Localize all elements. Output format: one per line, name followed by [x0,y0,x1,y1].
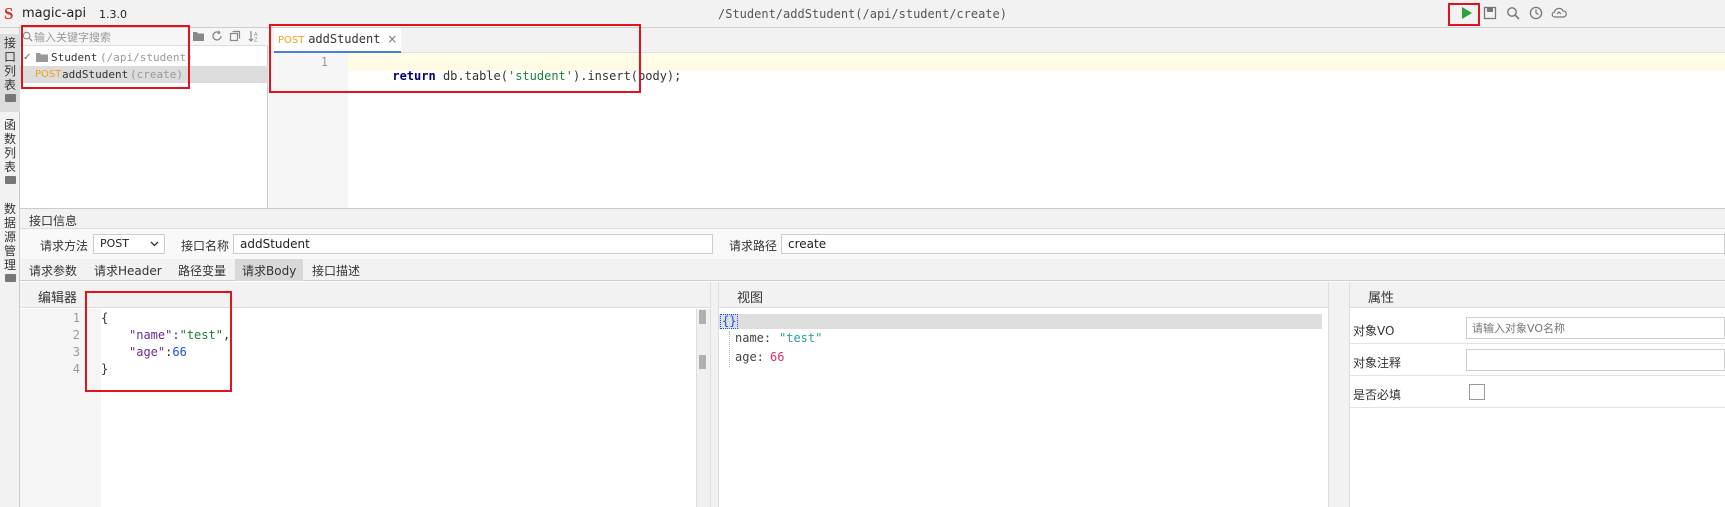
line-number: 3 [72,345,80,359]
annotation-box [269,24,641,93]
property-comment-row: 对象注释 [1350,345,1725,376]
history-button[interactable] [1528,6,1544,22]
annotation-box [85,291,232,392]
path-label: 请求路径 [729,239,778,253]
side-tab-api-list[interactable]: 接口列表 [0,34,20,112]
view-header: 视图 [719,282,1328,308]
save-button[interactable] [1482,6,1498,22]
method-label: 请求方法 [40,239,89,253]
upload-button[interactable] [1550,6,1568,22]
tab-request-body[interactable]: 请求Body [235,259,304,281]
chevron-down-icon [150,241,159,247]
annotation-box [1448,3,1480,26]
json-view-tree: {} name: "test" age: 66 [719,309,1328,507]
name-label: 接口名称 [181,239,230,253]
properties-header: 属性 [1350,282,1725,308]
comment-label: 对象注释 [1353,356,1402,370]
json-key: name: [735,331,772,345]
folder-icon [4,274,16,282]
new-group-icon[interactable] [192,30,205,42]
method-select[interactable]: POST [93,234,165,254]
line-number: 2 [72,328,80,342]
history-icon [1529,6,1543,20]
required-checkbox[interactable] [1469,384,1485,400]
upload-cloud-icon [1551,7,1567,18]
refresh-icon[interactable] [211,30,223,42]
vo-label: 对象VO [1353,324,1395,338]
save-icon [1483,6,1497,20]
tab-request-header[interactable]: 请求Header [87,259,169,281]
collapse-all-icon[interactable] [229,30,241,42]
side-tab-label: 数据源管理 [4,202,17,272]
tab-path-variables[interactable]: 路径变量 [171,259,233,281]
tree-guide-line [729,331,730,367]
side-tab-bar: 接口列表 函数列表 数据源管理 [0,28,20,507]
svg-text:Z: Z [254,38,258,43]
api-info-header: 接口信息 [20,208,1725,229]
line-number: 4 [72,362,80,376]
scrollbar[interactable] [696,309,710,507]
side-tab-label: 函数列表 [4,118,17,174]
json-value: 66 [770,350,785,364]
json-key: age: [735,350,764,364]
splitter[interactable] [710,282,719,507]
comment-input[interactable] [1466,349,1725,371]
search-icon [1507,7,1520,20]
scrollbar-thumb[interactable] [699,310,706,324]
side-tab-function-list[interactable]: 函数列表 [0,116,20,194]
line-number: 1 [72,311,80,325]
splitter[interactable] [1328,282,1350,507]
path-input[interactable]: create [781,234,1725,254]
json-root: {} [720,314,739,329]
tab-request-params[interactable]: 请求参数 [22,259,84,281]
scrollbar-thumb[interactable] [699,355,706,369]
sort-icon[interactable]: AZ [248,30,260,42]
required-label: 是否必填 [1353,388,1402,402]
json-value: "test" [779,331,823,345]
tab-api-description[interactable]: 接口描述 [305,259,367,281]
tree-root-row[interactable]: {} [719,314,1322,329]
api-info-form: 请求方法 POST 接口名称 addStudent 请求路径 create [20,229,1725,259]
vo-input[interactable] [1466,317,1725,339]
name-input[interactable]: addStudent [233,234,713,254]
method-value: POST [100,237,129,250]
folder-icon [4,94,16,102]
side-tab-datasource[interactable]: 数据源管理 [0,200,20,292]
side-tab-label: 接口列表 [4,36,17,92]
property-vo-row: 对象VO [1350,313,1725,344]
search-button[interactable] [1505,6,1521,22]
property-required-row: 是否必填 [1350,377,1725,408]
folder-icon [4,176,16,184]
request-tabs: 请求参数 请求Header 路径变量 请求Body 接口描述 [20,259,1725,281]
annotation-box [21,25,190,89]
